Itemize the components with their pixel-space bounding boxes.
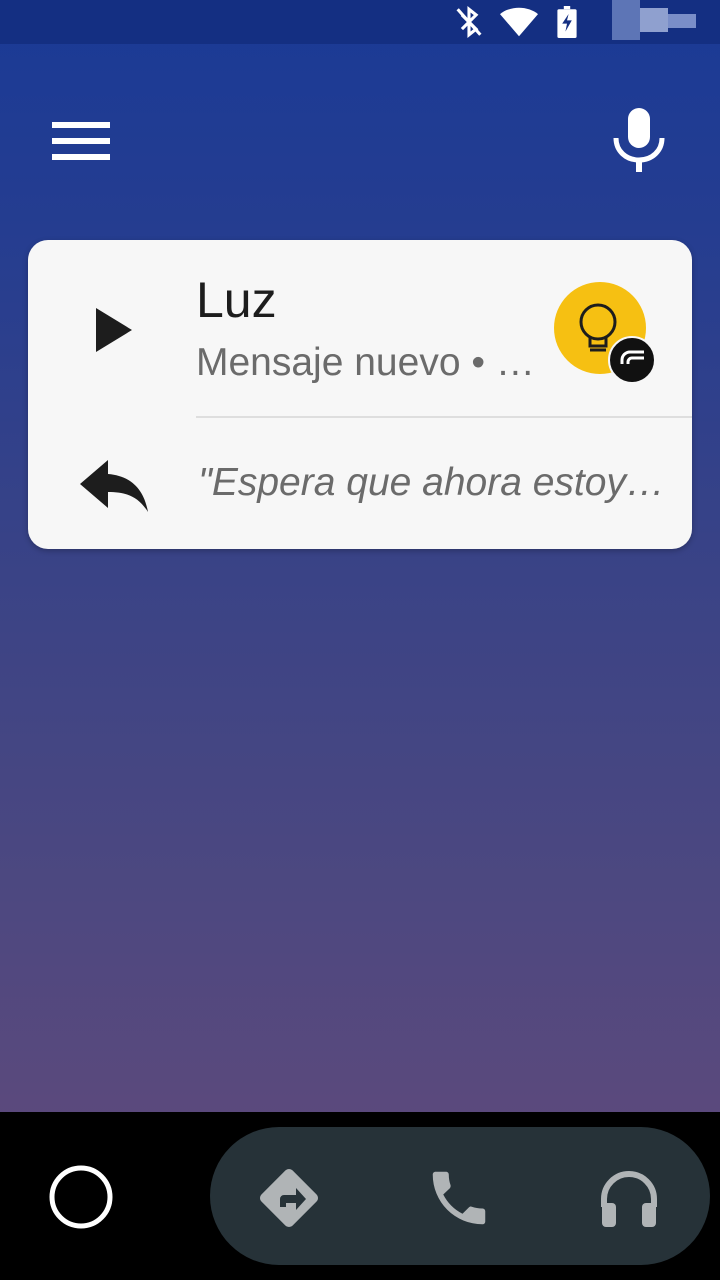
menu-button[interactable] bbox=[40, 110, 122, 172]
wifi-icon bbox=[500, 7, 538, 37]
phone-button[interactable] bbox=[424, 1163, 494, 1233]
message-notification-card[interactable]: Luz Mensaje nuevo • … "Espera que ahora … bbox=[28, 240, 692, 549]
battery-icon bbox=[557, 6, 577, 38]
home-button[interactable] bbox=[48, 1164, 114, 1230]
home-circle-icon bbox=[49, 1165, 113, 1229]
play-message-button[interactable] bbox=[78, 290, 148, 370]
menu-icon bbox=[52, 122, 110, 160]
blurred-status-area bbox=[612, 0, 696, 40]
microphone-icon bbox=[613, 108, 665, 172]
bottom-navigation-bar bbox=[0, 1112, 720, 1280]
card-divider bbox=[196, 416, 692, 418]
voice-button[interactable] bbox=[604, 104, 674, 176]
bluetooth-icon bbox=[456, 6, 482, 38]
audio-button[interactable] bbox=[594, 1163, 664, 1233]
navigation-button[interactable] bbox=[254, 1163, 324, 1233]
play-icon bbox=[96, 308, 132, 352]
app-badge-icon bbox=[620, 350, 644, 364]
directions-icon bbox=[259, 1168, 319, 1228]
reply-icon bbox=[80, 460, 148, 512]
app-badge bbox=[608, 336, 656, 384]
message-subtitle: Mensaje nuevo • … bbox=[196, 341, 535, 384]
headphones-icon bbox=[601, 1171, 657, 1227]
phone-icon bbox=[432, 1171, 486, 1225]
sender-name: Luz bbox=[196, 272, 277, 328]
status-bar bbox=[0, 0, 720, 44]
app-tray bbox=[210, 1127, 710, 1265]
reply-button[interactable] bbox=[72, 448, 152, 518]
reply-preview-text: "Espera que ahora estoy… bbox=[198, 461, 665, 504]
